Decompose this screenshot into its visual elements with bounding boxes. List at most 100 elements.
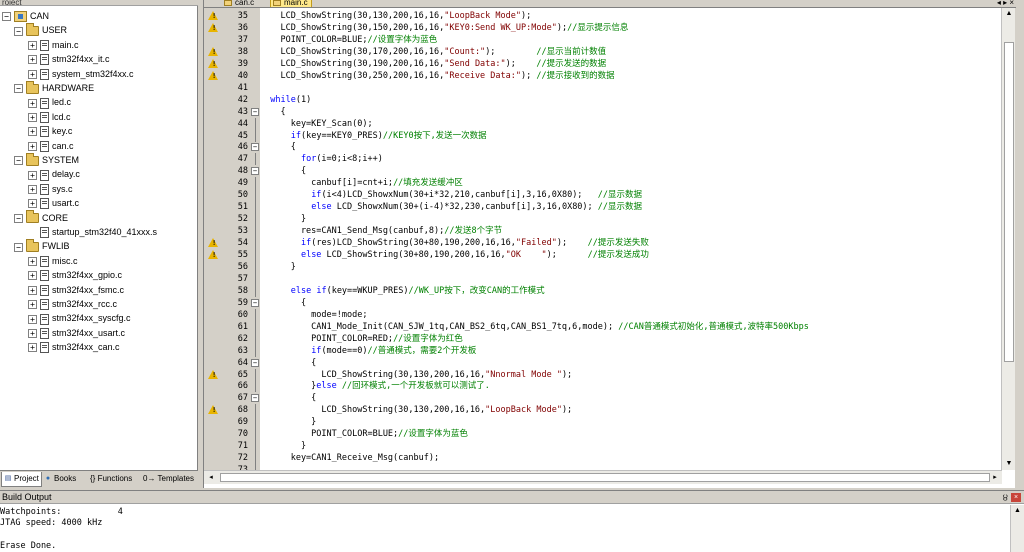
scroll-right-arrow-icon[interactable]: ▸ [990,471,1000,484]
tree-item-stm32f4xx-fsmc-c[interactable]: + stm32f4xx_fsmc.c [28,283,124,297]
tree-item-usart-c[interactable]: + usart.c [28,196,79,210]
code-line: canbuf[i]=cnt+i;//填充发送缓冲区 [260,177,463,189]
tree-item-misc-c[interactable]: + misc.c [28,254,78,268]
tree-item-stm32f4xx-it-c[interactable]: + stm32f4xx_it.c [28,52,110,66]
tree-item-user[interactable]: − USER [14,23,67,37]
tab-0-templates[interactable]: 0→ Templates [141,472,196,487]
expand-icon[interactable]: + [28,69,37,79]
gutter-line: 52 [204,213,260,226]
code-token: LCD_ShowString(30,250,200,16,16, [260,70,445,81]
expand-icon[interactable]: + [28,314,37,324]
collapse-icon[interactable]: − [14,84,23,94]
build-output-text[interactable]: Watchpoints: 4 JTAG speed: 4000 kHz Erase … [0,505,1010,552]
tree-item-stm32f4xx-usart-c[interactable]: + stm32f4xx_usart.c [28,326,125,340]
expand-icon[interactable]: + [28,40,37,50]
gutter-line: 72 [204,452,260,465]
collapse-icon[interactable]: − [2,12,11,22]
build-output-header: Build Output ੪ × [0,491,1024,504]
code-line: key=CAN1_Receive_Msg(canbuf); [260,452,439,464]
horizontal-scroll-thumb[interactable] [220,473,990,482]
tab-project[interactable]: ▤ Project [1,472,42,487]
tree-item-can[interactable]: − CAN [2,9,49,23]
warning-icon[interactable] [208,238,218,248]
tree-item-label: delay.c [52,169,80,180]
vertical-scroll-thumb[interactable] [1004,42,1014,362]
fold-collapse-icon[interactable]: − [251,143,259,152]
code-token: key=KEY_Scan(0); [260,118,373,129]
folder-icon [26,80,39,94]
collapse-icon[interactable]: − [14,26,23,36]
tree-item-led-c[interactable]: + led.c [28,95,71,109]
editor-horizontal-scrollbar[interactable]: ◂ ▸ [204,470,1002,484]
gutter-line: 36 [204,22,260,34]
tree-item-sys-c[interactable]: + sys.c [28,182,73,196]
code-comment: //填充发送缓冲区 [393,178,463,189]
code-token: (i<4)LCD_ShowxNum(30+i*32,210,canbuf[i],… [321,190,598,201]
fold-collapse-icon[interactable]: − [251,358,259,367]
expand-icon[interactable]: + [28,199,37,209]
scroll-left-arrow-icon[interactable]: ◂ [206,471,216,484]
pin-icon[interactable]: ੪ [1003,491,1008,504]
collapse-icon[interactable]: − [14,242,23,252]
expand-icon[interactable]: + [28,55,37,65]
line-number: 40 [237,70,248,81]
build-output-title: Build Output [2,492,52,502]
warning-icon[interactable] [208,369,218,379]
collapse-icon[interactable]: − [14,156,23,166]
expand-icon[interactable]: + [28,328,37,338]
fold-collapse-icon[interactable]: − [251,107,259,116]
tree-item-stm32f4xx-syscfg-c[interactable]: + stm32f4xx_syscfg.c [28,311,131,325]
expand-icon[interactable]: + [28,256,37,266]
warning-icon[interactable] [208,22,218,32]
warning-icon[interactable] [208,11,218,20]
tree-item-lcd-c[interactable]: + lcd.c [28,110,71,124]
warning-icon[interactable] [208,250,218,259]
expand-icon[interactable]: + [28,141,37,151]
tree-item-stm32f4xx-can-c[interactable]: + stm32f4xx_can.c [28,340,120,354]
editor-vertical-scrollbar[interactable]: ▲ ▼ [1001,8,1015,470]
tree-item-stm32f4xx-gpio-c[interactable]: + stm32f4xx_gpio.c [28,268,122,282]
code-line: if(res)LCD_ShowString(30+80,190,200,16,1… [260,237,649,249]
editor-tab-main-c[interactable]: main.c [270,0,312,7]
fold-collapse-icon[interactable]: − [251,298,259,307]
tab-functions[interactable]: {} Functions [88,472,134,487]
close-icon[interactable]: × [1011,493,1021,502]
tree-item-stm32f4xx-rcc-c[interactable]: + stm32f4xx_rcc.c [28,297,117,311]
expand-icon[interactable]: + [28,184,37,194]
tree-item-system[interactable]: − SYSTEM [14,152,79,167]
warning-icon[interactable] [208,70,218,80]
tree-item-can-c[interactable]: + can.c [28,139,74,153]
tree-item-delay-c[interactable]: + delay.c [28,167,80,181]
fold-collapse-icon[interactable]: − [251,394,259,403]
collapse-icon[interactable]: − [14,213,23,223]
expand-icon[interactable]: + [28,112,37,122]
tab-books[interactable]: ● Books [42,472,78,487]
code-text-area[interactable]: LCD_ShowString(30,130,200,16,16,"LoopBac… [260,8,1002,470]
tree-item-key-c[interactable]: + key.c [28,124,72,138]
expand-icon[interactable]: + [28,170,37,180]
code-comment: //显示数据 [597,190,643,201]
build-output-scrollbar[interactable]: ▲ [1010,505,1024,552]
fold-collapse-icon[interactable]: − [251,167,259,176]
gutter-line: 62 [204,332,260,345]
tree-item-system-stm32f4xx-c[interactable]: + system_stm32f4xx.c [28,67,134,81]
editor-tab-controls[interactable]: ◂ ▸ × [997,0,1014,7]
tree-item-startup-stm32f40-41xxx-s[interactable]: startup_stm32f40_41xxx.s [28,225,157,239]
expand-icon[interactable]: + [28,343,37,353]
expand-icon[interactable]: + [28,300,37,310]
tree-item-fwlib[interactable]: − FWLIB [14,239,70,253]
warning-icon[interactable] [208,58,218,68]
tree-item-main-c[interactable]: + main.c [28,38,79,52]
warning-icon[interactable] [208,405,218,415]
editor-tab-can-c[interactable]: can.c [222,0,257,7]
tree-item-hardware[interactable]: − HARDWARE [14,80,94,95]
expand-icon[interactable]: + [28,285,37,295]
expand-icon[interactable]: + [28,271,37,281]
warning-icon[interactable] [208,46,218,56]
expand-icon[interactable]: + [28,98,37,108]
scroll-down-arrow-icon[interactable]: ▼ [1003,458,1015,470]
scroll-up-arrow-icon[interactable]: ▲ [1003,8,1015,20]
tree-item-core[interactable]: − CORE [14,210,68,225]
expand-icon[interactable]: + [28,127,37,137]
code-token: key=CAN1_Receive_Msg(canbuf); [260,453,440,464]
